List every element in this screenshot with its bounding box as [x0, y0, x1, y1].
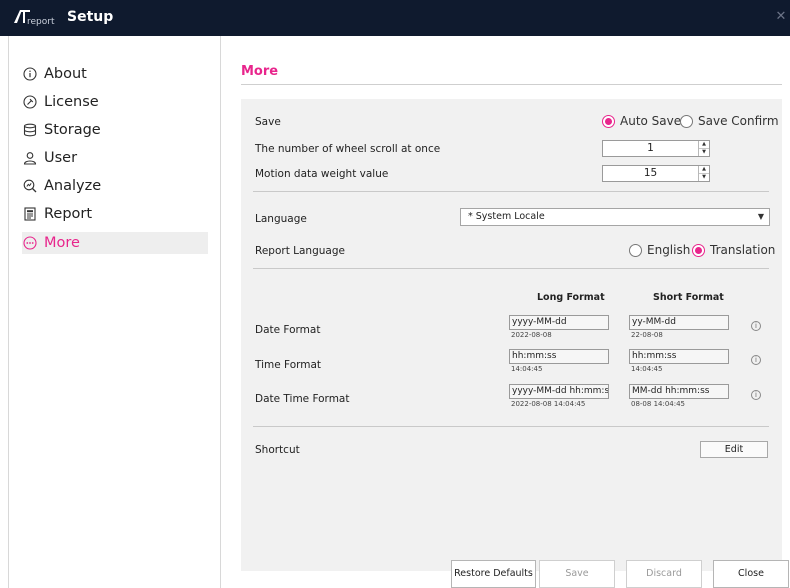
- datetime-short-format-input[interactable]: MM-dd hh:mm:ss: [629, 384, 729, 399]
- title-bar: report Setup ✕: [0, 0, 790, 36]
- sidebar-item-license[interactable]: License: [22, 91, 208, 113]
- auto-save-radio[interactable]: Auto Save: [602, 114, 681, 128]
- shortcut-label: Shortcut: [255, 444, 300, 456]
- date-format-label: Date Format: [255, 324, 321, 336]
- radio-selected-indicator: [602, 114, 615, 128]
- sidebar-item-label: Storage: [44, 122, 101, 138]
- save-confirm-radio[interactable]: Save Confirm: [680, 114, 779, 128]
- report-language-label: Report Language: [255, 245, 345, 257]
- window-title: Setup: [67, 9, 114, 25]
- shortcut-edit-button[interactable]: Edit: [700, 441, 768, 458]
- info-circle-icon: [22, 66, 38, 82]
- date-short-format-input[interactable]: yy-MM-dd: [629, 315, 729, 330]
- language-select[interactable]: * System Locale ▼: [460, 208, 770, 226]
- more-icon: [22, 235, 38, 251]
- sidebar-item-user[interactable]: User: [22, 147, 208, 169]
- time-format-label: Time Format: [255, 359, 322, 371]
- stepper-down-icon[interactable]: ▼: [699, 174, 709, 181]
- sidebar-item-label: User: [44, 150, 78, 166]
- short-format-header: Short Format: [653, 292, 724, 303]
- motion-weight-stepper[interactable]: 15 ▲ ▼: [602, 165, 710, 182]
- analyze-icon: [22, 178, 38, 194]
- sidebar-item-label: Analyze: [44, 178, 102, 194]
- datetime-long-example: 2022-08-08 14:04:45: [511, 400, 586, 408]
- sidebar-item-label: About: [44, 66, 87, 82]
- radio-selected-indicator: [692, 243, 705, 257]
- language-label: Language: [255, 213, 307, 225]
- page-title: More: [241, 64, 279, 79]
- stepper-buttons: ▲ ▼: [698, 166, 709, 181]
- storage-icon: [22, 122, 38, 138]
- radio-indicator: [629, 243, 642, 257]
- app-logo-text: report: [27, 17, 55, 27]
- date-long-example: 2022-08-08: [511, 331, 552, 339]
- section-divider: [253, 426, 769, 427]
- restore-defaults-button[interactable]: Restore Defaults: [451, 560, 536, 588]
- dropdown-arrow-icon: ▼: [757, 212, 764, 221]
- english-label: English: [647, 243, 691, 257]
- setup-window: report Setup ✕ About License Storage Use…: [0, 0, 790, 588]
- sidebar-item-storage[interactable]: Storage: [22, 119, 208, 141]
- english-radio[interactable]: English: [629, 243, 690, 257]
- license-icon: [22, 94, 38, 110]
- date-long-format-input[interactable]: yyyy-MM-dd: [509, 315, 609, 330]
- discard-button[interactable]: Discard: [626, 560, 702, 588]
- stepper-down-icon[interactable]: ▼: [699, 149, 709, 156]
- wheel-scroll-value[interactable]: 1: [603, 141, 698, 156]
- sidebar: About License Storage User Analyze Repor…: [8, 36, 221, 588]
- time-short-example: 14:04:45: [631, 365, 663, 373]
- datetime-long-format-input[interactable]: yyyy-MM-dd hh:mm:ss: [509, 384, 609, 399]
- close-window-icon[interactable]: ✕: [774, 9, 788, 24]
- time-long-example: 14:04:45: [511, 365, 543, 373]
- save-confirm-label: Save Confirm: [698, 114, 779, 128]
- auto-save-label: Auto Save: [620, 114, 682, 128]
- save-label: Save: [255, 116, 281, 128]
- sidebar-item-more[interactable]: More: [22, 232, 208, 254]
- user-icon: [22, 150, 38, 166]
- radio-indicator: [680, 114, 693, 128]
- section-divider: [253, 268, 769, 269]
- stepper-up-icon[interactable]: ▲: [699, 166, 709, 174]
- time-format-info-icon[interactable]: i: [751, 355, 761, 365]
- close-button[interactable]: Close: [713, 560, 789, 588]
- time-long-format-input[interactable]: hh:mm:ss: [509, 349, 609, 364]
- report-icon: [22, 206, 38, 222]
- date-time-format-label: Date Time Format: [255, 393, 350, 405]
- title-divider: [241, 84, 782, 85]
- section-divider: [253, 191, 769, 192]
- sidebar-item-analyze[interactable]: Analyze: [22, 175, 208, 197]
- date-short-example: 22-08-08: [631, 331, 663, 339]
- long-format-header: Long Format: [537, 292, 605, 303]
- save-button[interactable]: Save: [539, 560, 615, 588]
- language-value: * System Locale: [468, 211, 545, 222]
- time-short-format-input[interactable]: hh:mm:ss: [629, 349, 729, 364]
- settings-panel: Save Auto Save Save Confirm The number o…: [241, 99, 782, 571]
- sidebar-item-label: Report: [44, 206, 93, 222]
- datetime-short-example: 08-08 14:04:45: [631, 400, 686, 408]
- motion-weight-label: Motion data weight value: [255, 168, 389, 180]
- wheel-scroll-label: The number of wheel scroll at once: [255, 143, 441, 155]
- sidebar-item-about[interactable]: About: [22, 63, 208, 85]
- sidebar-item-report[interactable]: Report: [22, 203, 208, 225]
- stepper-buttons: ▲ ▼: [698, 141, 709, 156]
- wheel-scroll-stepper[interactable]: 1 ▲ ▼: [602, 140, 710, 157]
- main-content: More Save Auto Save Save Confirm The num…: [241, 36, 790, 588]
- sidebar-item-label: More: [44, 235, 80, 251]
- motion-weight-value[interactable]: 15: [603, 166, 698, 181]
- datetime-format-info-icon[interactable]: i: [751, 390, 761, 400]
- translation-radio[interactable]: Translation: [692, 243, 775, 257]
- translation-label: Translation: [710, 243, 776, 257]
- sidebar-item-label: License: [44, 94, 99, 110]
- date-format-info-icon[interactable]: i: [751, 321, 761, 331]
- stepper-up-icon[interactable]: ▲: [699, 141, 709, 149]
